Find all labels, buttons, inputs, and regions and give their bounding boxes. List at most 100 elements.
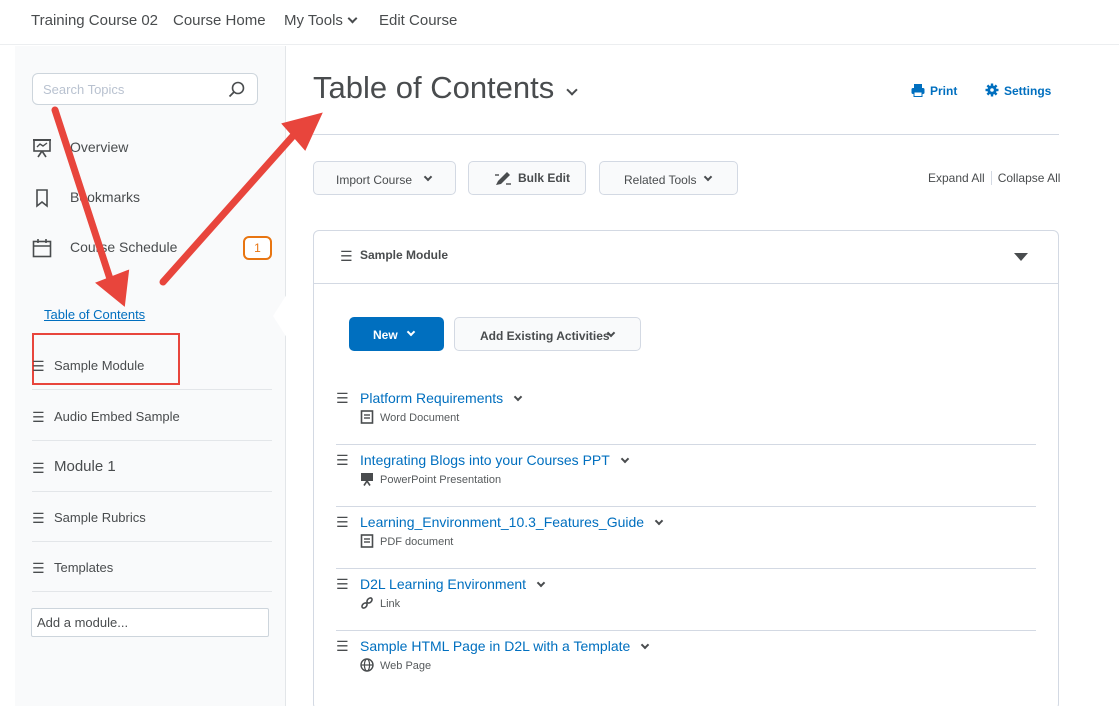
sidebar-item-label: Course Schedule bbox=[70, 239, 178, 255]
import-course-button[interactable]: Import Course bbox=[313, 161, 456, 195]
top-navigation: Training Course 02 Course Home My Tools … bbox=[0, 0, 1119, 45]
collapse-triangle-icon[interactable] bbox=[1014, 253, 1028, 261]
topic-type: Web Page bbox=[380, 660, 432, 672]
search-topics-input[interactable]: Search Topics bbox=[32, 73, 258, 105]
related-tools-label: Related Tools bbox=[624, 173, 697, 187]
topic-item[interactable]: ☰ Integrating Blogs into your Courses PP… bbox=[336, 445, 1036, 507]
nav-my-tools-label: My Tools bbox=[284, 12, 343, 29]
sidebar-item-course-schedule[interactable]: Course Schedule 1 bbox=[32, 228, 272, 268]
search-placeholder: Search Topics bbox=[43, 82, 125, 97]
nav-course-home[interactable]: Course Home bbox=[173, 12, 266, 29]
drag-handle-icon[interactable]: ☰ bbox=[336, 390, 349, 407]
module-header[interactable]: ☰ Sample Module bbox=[314, 231, 1058, 284]
drag-handle-icon[interactable]: ☰ bbox=[336, 514, 349, 531]
import-course-label: Import Course bbox=[336, 173, 413, 187]
sidebar-item-table-of-contents[interactable]: Table of Contents bbox=[44, 307, 145, 322]
nav-my-tools[interactable]: My Tools bbox=[284, 12, 358, 29]
sidebar-item-bookmarks[interactable]: Bookmarks bbox=[32, 178, 272, 218]
drag-handle-icon[interactable]: ☰ bbox=[32, 409, 45, 426]
calendar-icon bbox=[32, 239, 52, 258]
topic-type: PowerPoint Presentation bbox=[380, 474, 502, 486]
topic-title-text: Sample HTML Page in D2L with a Template bbox=[360, 638, 631, 654]
add-module-input[interactable]: Add a module... bbox=[31, 608, 269, 637]
drag-handle-icon[interactable]: ☰ bbox=[336, 576, 349, 593]
chevron-down-icon bbox=[406, 327, 416, 337]
document-icon bbox=[360, 534, 374, 548]
selected-indicator bbox=[273, 294, 287, 338]
topic-title-text: Platform Requirements bbox=[360, 390, 504, 406]
topic-title[interactable]: Learning_Environment_10.3_Features_Guide bbox=[360, 514, 664, 530]
sidebar-module-module-1[interactable]: ☰ Module 1 bbox=[32, 442, 272, 492]
chevron-down-icon[interactable] bbox=[641, 640, 650, 650]
topic-item[interactable]: ☰ D2L Learning Environment Link bbox=[336, 569, 1036, 631]
add-existing-activities-button[interactable]: Add Existing Activities bbox=[454, 317, 641, 351]
topic-title[interactable]: D2L Learning Environment bbox=[360, 576, 546, 592]
topic-title[interactable]: Integrating Blogs into your Courses PPT bbox=[360, 452, 630, 468]
drag-handle-icon[interactable]: ☰ bbox=[32, 510, 45, 527]
sidebar: Search Topics Overview Bookmarks Course … bbox=[15, 46, 287, 706]
nav-edit-course[interactable]: Edit Course bbox=[379, 12, 457, 29]
sidebar-module-sample-module[interactable]: ☰ Sample Module bbox=[32, 340, 272, 390]
chevron-down-icon[interactable] bbox=[654, 516, 664, 526]
chevron-down-icon[interactable] bbox=[513, 392, 523, 402]
expand-collapse-links: Expand All Collapse All bbox=[928, 171, 1060, 185]
sidebar-module-label: Templates bbox=[54, 560, 114, 575]
title-divider bbox=[313, 134, 1059, 135]
new-button[interactable]: New bbox=[349, 317, 444, 351]
new-button-label: New bbox=[373, 328, 398, 342]
chevron-down-icon[interactable] bbox=[620, 454, 630, 464]
presentation-icon bbox=[33, 139, 51, 158]
module-panel: ☰ Sample Module New Add Existing Activit… bbox=[313, 230, 1059, 706]
topic-title-text: Learning_Environment_10.3_Features_Guide bbox=[360, 514, 645, 530]
search-icon[interactable] bbox=[227, 80, 247, 100]
pencil-icon bbox=[495, 172, 511, 185]
chevron-down-icon bbox=[423, 172, 433, 182]
collapse-all-link[interactable]: Collapse All bbox=[998, 171, 1061, 185]
sidebar-module-audio-embed-sample[interactable]: ☰ Audio Embed Sample bbox=[32, 391, 272, 441]
globe-icon bbox=[360, 658, 374, 672]
schedule-count-badge: 1 bbox=[243, 236, 272, 260]
nav-course-name[interactable]: Training Course 02 bbox=[31, 12, 158, 29]
module-title: Sample Module bbox=[360, 248, 449, 262]
topic-type: Link bbox=[380, 598, 401, 610]
chevron-down-icon[interactable] bbox=[566, 84, 578, 96]
sidebar-item-label: Overview bbox=[70, 139, 129, 155]
sidebar-module-label: Module 1 bbox=[54, 458, 116, 475]
sidebar-module-templates[interactable]: ☰ Templates bbox=[32, 542, 272, 592]
document-icon bbox=[360, 410, 374, 424]
topic-item[interactable]: ☰ Platform Requirements Word Document bbox=[336, 383, 1036, 445]
related-tools-button[interactable]: Related Tools bbox=[599, 161, 738, 195]
sidebar-module-label: Sample Module bbox=[54, 358, 145, 373]
chevron-down-icon[interactable] bbox=[536, 578, 546, 588]
print-button[interactable]: Print bbox=[911, 83, 957, 98]
gear-icon bbox=[985, 83, 999, 97]
sidebar-module-sample-rubrics[interactable]: ☰ Sample Rubrics bbox=[32, 492, 272, 542]
chevron-down-icon bbox=[347, 13, 358, 24]
topic-item[interactable]: ☰ Sample HTML Page in D2L with a Templat… bbox=[336, 631, 1036, 693]
settings-button[interactable]: Settings bbox=[985, 83, 1051, 98]
topic-title[interactable]: Platform Requirements bbox=[360, 390, 523, 406]
topic-item[interactable]: ☰ Learning_Environment_10.3_Features_Gui… bbox=[336, 507, 1036, 569]
drag-handle-icon[interactable]: ☰ bbox=[32, 358, 45, 375]
sidebar-item-overview[interactable]: Overview bbox=[32, 128, 272, 168]
drag-handle-icon[interactable]: ☰ bbox=[336, 638, 349, 655]
drag-handle-icon[interactable]: ☰ bbox=[32, 560, 45, 577]
add-existing-label: Add Existing Activities bbox=[480, 329, 610, 343]
divider bbox=[990, 171, 992, 185]
settings-label: Settings bbox=[1004, 84, 1052, 98]
bulk-edit-button[interactable]: Bulk Edit bbox=[468, 161, 586, 195]
link-icon bbox=[361, 597, 373, 609]
annotation-arrow-head bbox=[281, 112, 323, 151]
topic-title[interactable]: Sample HTML Page in D2L with a Template bbox=[360, 638, 650, 654]
presentation-icon bbox=[361, 473, 373, 486]
bookmark-icon bbox=[36, 189, 48, 208]
sidebar-module-label: Sample Rubrics bbox=[54, 510, 146, 525]
topic-type: PDF document bbox=[380, 536, 454, 548]
print-label: Print bbox=[930, 84, 958, 98]
drag-handle-icon[interactable]: ☰ bbox=[340, 248, 353, 265]
drag-handle-icon[interactable]: ☰ bbox=[32, 460, 45, 477]
drag-handle-icon[interactable]: ☰ bbox=[336, 452, 349, 469]
bulk-edit-label: Bulk Edit bbox=[518, 171, 571, 185]
sidebar-item-label: Bookmarks bbox=[70, 189, 141, 205]
expand-all-link[interactable]: Expand All bbox=[928, 171, 985, 185]
